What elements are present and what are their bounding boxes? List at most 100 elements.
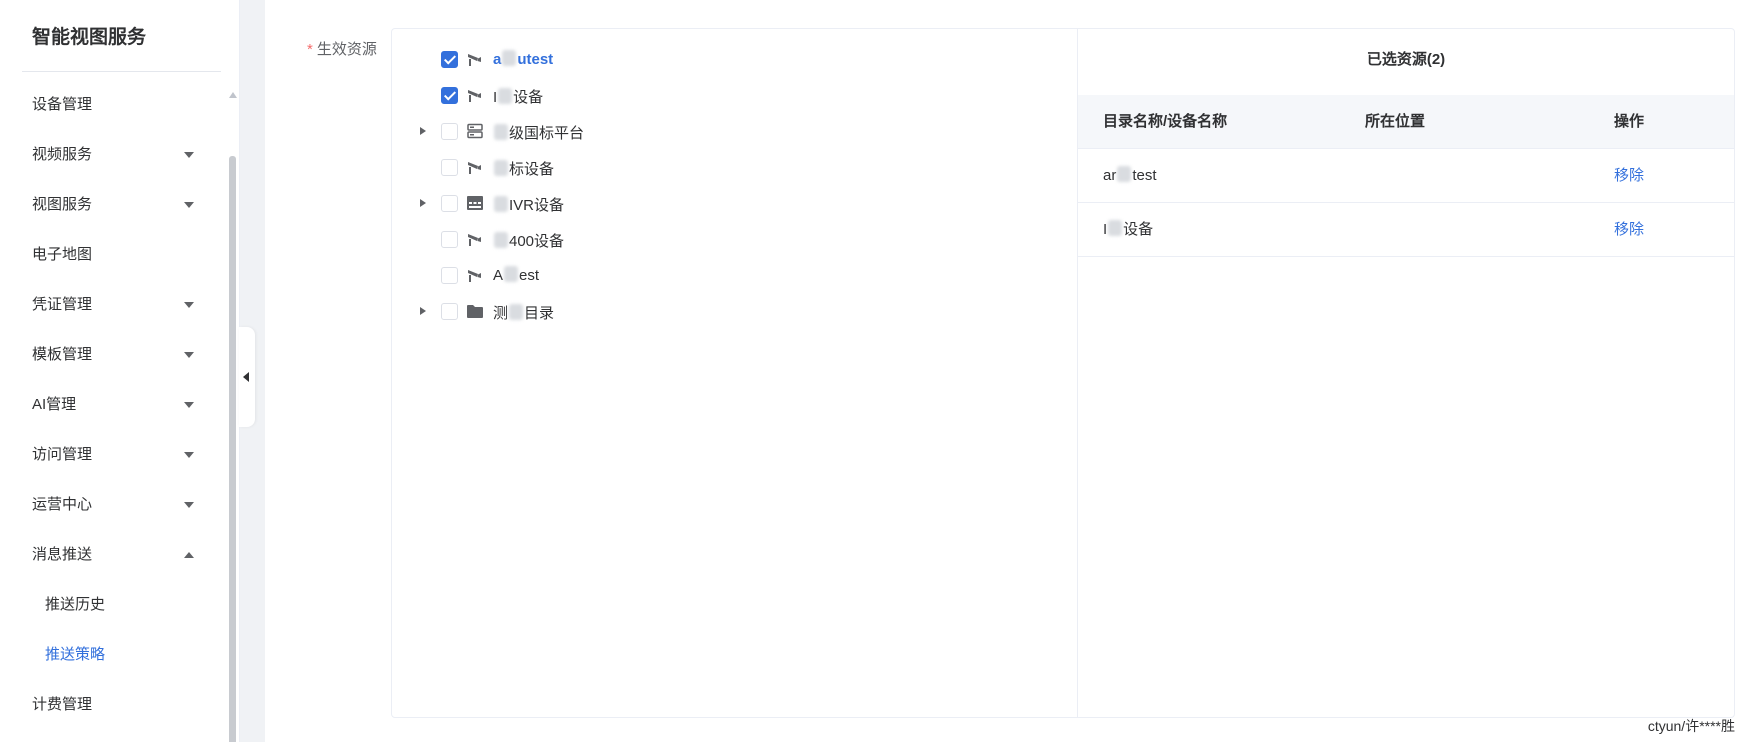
sidebar-item-6[interactable]: AI管理 <box>0 380 228 430</box>
table-row: I 设备 移除 <box>1078 203 1734 257</box>
tree-node-checkbox[interactable] <box>441 123 458 140</box>
scroll-up-arrow-icon[interactable] <box>229 92 237 98</box>
camera-icon <box>466 230 484 248</box>
tree-node-checkbox[interactable] <box>441 303 458 320</box>
sidebar-item-10[interactable]: 推送历史 <box>0 580 228 630</box>
form-label-text: 生效资源 <box>316 41 377 58</box>
tree-node-label: 级国标平台 <box>493 122 584 143</box>
redacted-text <box>502 50 517 66</box>
redacted-text <box>498 88 513 104</box>
selected-resources-title: 已选资源(2) <box>1366 51 1446 68</box>
tree-node[interactable]: 400设备 <box>392 219 1078 259</box>
sidebar-item-label: 访问管理 <box>32 446 93 463</box>
tree-node-label: I 设备 <box>493 88 544 106</box>
sidebar-item-label: 模板管理 <box>32 346 93 363</box>
sidebar-item-3[interactable]: 电子地图 <box>0 230 228 280</box>
camera-icon <box>466 50 484 68</box>
row-name: ar test <box>1103 166 1157 184</box>
remove-button[interactable]: 移除 <box>1614 149 1644 203</box>
sidebar-item-label: 消息推送 <box>32 546 93 563</box>
chevron-down-icon <box>184 202 194 208</box>
tree-node-checkbox[interactable] <box>441 195 458 212</box>
table-row: ar test 移除 <box>1078 149 1734 203</box>
remove-button[interactable]: 移除 <box>1614 203 1644 257</box>
chevron-down-icon <box>184 152 194 158</box>
redacted-text <box>494 124 508 140</box>
caret-right-icon[interactable] <box>420 199 426 207</box>
sidebar-item-label: 推送历史 <box>45 596 106 613</box>
redacted-text <box>1108 220 1123 236</box>
sidebar-item-5[interactable]: 模板管理 <box>0 330 228 380</box>
current-user: ctyun/许****胜 <box>1647 718 1735 734</box>
sidebar-scrollbar[interactable] <box>228 92 237 742</box>
tree-node-label: a utest <box>493 50 554 68</box>
tree-node-checkbox[interactable] <box>441 159 458 176</box>
caret-left-icon <box>243 372 249 382</box>
redacted-text <box>494 160 508 176</box>
tree-node-label: Aest <box>493 266 540 284</box>
chevron-down-icon <box>184 352 194 358</box>
sidebar-menu: 设备管理视频服务视图服务电子地图凭证管理模板管理 AI管理访问管理运营中心消息推送… <box>0 80 228 730</box>
chevron-down-icon <box>184 302 194 308</box>
sidebar-collapse-button[interactable] <box>239 327 255 427</box>
tree-node[interactable]: I 设备 <box>392 75 1078 115</box>
nvr-icon <box>466 194 484 212</box>
sidebar-item-label: 计费管理 <box>32 696 93 713</box>
redacted-text <box>494 232 508 248</box>
tree-node[interactable]: a utest <box>392 39 1078 79</box>
sidebar: 智能视图服务 设备管理视频服务视图服务电子地图凭证管理模板管理 AI管理访问管理运… <box>0 0 240 742</box>
sidebar-item-0[interactable]: 设备管理 <box>0 80 228 130</box>
sidebar-item-4[interactable]: 凭证管理 <box>0 280 228 330</box>
tree-node[interactable]: 标设备 <box>392 147 1078 187</box>
selected-resources-panel: 已选资源(2) 目录名称/设备名称 所在位置 操作 ar test 移除 I 设备 移除 <box>1078 29 1734 717</box>
chevron-up-icon <box>184 552 194 558</box>
sidebar-item-1[interactable]: 视频服务 <box>0 130 228 180</box>
sidebar-item-label: 电子地图 <box>32 246 93 263</box>
tree-node-label: 标设备 <box>493 158 554 179</box>
sidebar-item-label: AI管理 <box>32 396 77 413</box>
row-name: I 设备 <box>1103 220 1154 238</box>
redacted-text <box>494 196 508 212</box>
caret-right-icon[interactable] <box>420 307 426 315</box>
chevron-down-icon <box>184 452 194 458</box>
sidebar-item-label: 运营中心 <box>32 496 93 513</box>
resource-tree: a utest I 设备级国标平台标设备 IVR设备 400设备 Aest 测目录 <box>392 29 1078 717</box>
sidebar-item-label: 视图服务 <box>32 196 93 213</box>
sidebar-item-2[interactable]: 视图服务 <box>0 180 228 230</box>
tree-node-checkbox[interactable] <box>441 87 458 104</box>
tree-node-checkbox[interactable] <box>441 267 458 284</box>
column-header-name: 目录名称/设备名称 <box>1103 113 1228 130</box>
redacted-text <box>1117 166 1132 182</box>
sidebar-item-11[interactable]: 推送策略 <box>0 630 228 680</box>
tree-node[interactable]: 级国标平台 <box>392 111 1078 151</box>
sidebar-item-label: 设备管理 <box>32 96 93 113</box>
column-header-action: 操作 <box>1614 113 1645 130</box>
brand-divider <box>22 71 221 72</box>
main-content: * 生效资源 a utest I 设备 级国标平台 标设备 IVR设备 400设备 Aest 测目录… <box>265 0 1741 742</box>
sidebar-item-label: 凭证管理 <box>32 296 93 313</box>
sidebar-item-7[interactable]: 访问管理 <box>0 430 228 480</box>
sidebar-item-label: 推送策略 <box>45 646 106 663</box>
column-header-location: 所在位置 <box>1365 113 1426 130</box>
tree-node-checkbox[interactable] <box>441 231 458 248</box>
tree-node[interactable]: Aest <box>392 255 1078 295</box>
sidebar-item-9[interactable]: 消息推送 <box>0 530 228 580</box>
camera-icon <box>466 158 484 176</box>
folder-icon <box>466 302 484 320</box>
caret-right-icon[interactable] <box>420 127 426 135</box>
tree-node[interactable]: IVR设备 <box>392 183 1078 223</box>
scroll-thumb[interactable] <box>229 156 236 742</box>
redacted-text <box>509 304 524 320</box>
form-label-resources: * 生效资源 <box>307 38 377 59</box>
chevron-down-icon <box>184 402 194 408</box>
redacted-text <box>504 266 519 282</box>
sidebar-item-8[interactable]: 运营中心 <box>0 480 228 530</box>
server-icon <box>466 122 484 140</box>
sidebar-item-label: 视频服务 <box>32 146 93 163</box>
tree-node[interactable]: 测目录 <box>392 291 1078 331</box>
tree-node-checkbox[interactable] <box>441 51 458 68</box>
brand-title: 智能视图服务 <box>32 27 147 48</box>
selected-resources-table: 目录名称/设备名称 所在位置 操作 ar test 移除 I 设备 移除 <box>1078 95 1734 257</box>
resource-transfer: a utest I 设备 级国标平台 标设备 IVR设备 400设备 Aest 测目录 已选资源(… <box>391 28 1735 718</box>
sidebar-item-12[interactable]: 计费管理 <box>0 680 228 730</box>
